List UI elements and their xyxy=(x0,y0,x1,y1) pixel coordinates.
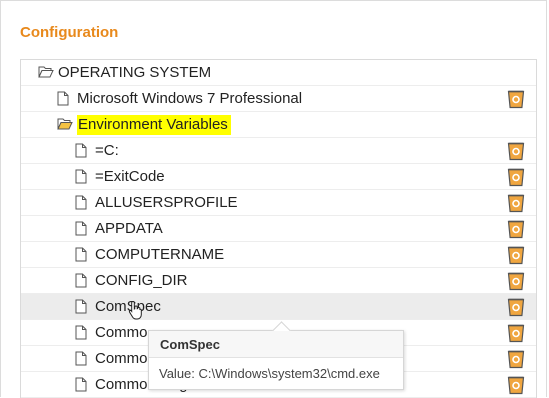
tree-label-env: Environment Variables xyxy=(77,115,231,135)
file-icon xyxy=(75,195,89,211)
delete-icon[interactable] xyxy=(507,297,525,317)
variable-label: Commo xyxy=(95,350,148,367)
folder-open-icon xyxy=(57,117,73,133)
file-icon xyxy=(75,221,89,237)
hand-cursor-icon xyxy=(128,300,144,325)
file-icon xyxy=(57,91,71,107)
delete-icon[interactable] xyxy=(507,141,525,161)
variable-row[interactable]: ComSpec xyxy=(21,294,536,320)
variable-row[interactable]: ALLUSERSPROFILE xyxy=(21,190,536,216)
tree-label-os-name: Microsoft Windows 7 Professional xyxy=(77,90,303,107)
variable-row[interactable]: COMPUTERNAME xyxy=(21,242,536,268)
variable-row[interactable]: CONFIG_DIR xyxy=(21,268,536,294)
file-icon xyxy=(75,247,89,263)
config-tree: OPERATING SYSTEM Microsoft Windows 7 Pro… xyxy=(20,59,537,398)
delete-icon[interactable] xyxy=(507,193,525,213)
delete-icon[interactable] xyxy=(507,349,525,369)
file-icon xyxy=(75,299,89,315)
delete-icon[interactable] xyxy=(507,271,525,291)
tooltip-body: Value: C:\Windows\system32\cmd.exe xyxy=(159,366,380,381)
folder-open-icon xyxy=(38,65,54,81)
delete-icon[interactable] xyxy=(507,89,525,109)
tooltip: ComSpec Value: C:\Windows\system32\cmd.e… xyxy=(148,321,404,390)
variable-label: COMPUTERNAME xyxy=(95,246,225,263)
tooltip-title: ComSpec xyxy=(149,331,403,358)
file-icon xyxy=(75,273,89,289)
file-icon xyxy=(75,169,89,185)
delete-icon[interactable] xyxy=(507,167,525,187)
variable-label: Commo xyxy=(95,324,148,341)
variable-row[interactable]: =C: xyxy=(21,138,536,164)
file-icon xyxy=(75,143,89,159)
file-icon xyxy=(75,351,89,367)
configuration-panel: Configuration OPERATING SYSTEM Microsoft… xyxy=(0,0,547,398)
delete-icon[interactable] xyxy=(507,245,525,265)
variable-label: =ExitCode xyxy=(95,168,165,185)
variable-label: =C: xyxy=(95,142,119,159)
variable-label: APPDATA xyxy=(95,220,163,237)
tree-label-root: OPERATING SYSTEM xyxy=(58,64,212,81)
file-icon xyxy=(75,377,89,393)
variable-row[interactable]: =ExitCode xyxy=(21,164,536,190)
section-title: Configuration xyxy=(20,24,119,41)
tree-row-root[interactable]: OPERATING SYSTEM xyxy=(21,60,536,86)
variable-row[interactable]: APPDATA xyxy=(21,216,536,242)
delete-icon[interactable] xyxy=(507,375,525,395)
delete-icon[interactable] xyxy=(507,219,525,239)
tree-row-env[interactable]: Environment Variables xyxy=(21,112,536,138)
variable-label: ALLUSERSPROFILE xyxy=(95,194,238,211)
file-icon xyxy=(75,325,89,341)
variable-label: CONFIG_DIR xyxy=(95,272,188,289)
delete-icon[interactable] xyxy=(507,323,525,343)
tree-row-os-name[interactable]: Microsoft Windows 7 Professional xyxy=(21,86,536,112)
